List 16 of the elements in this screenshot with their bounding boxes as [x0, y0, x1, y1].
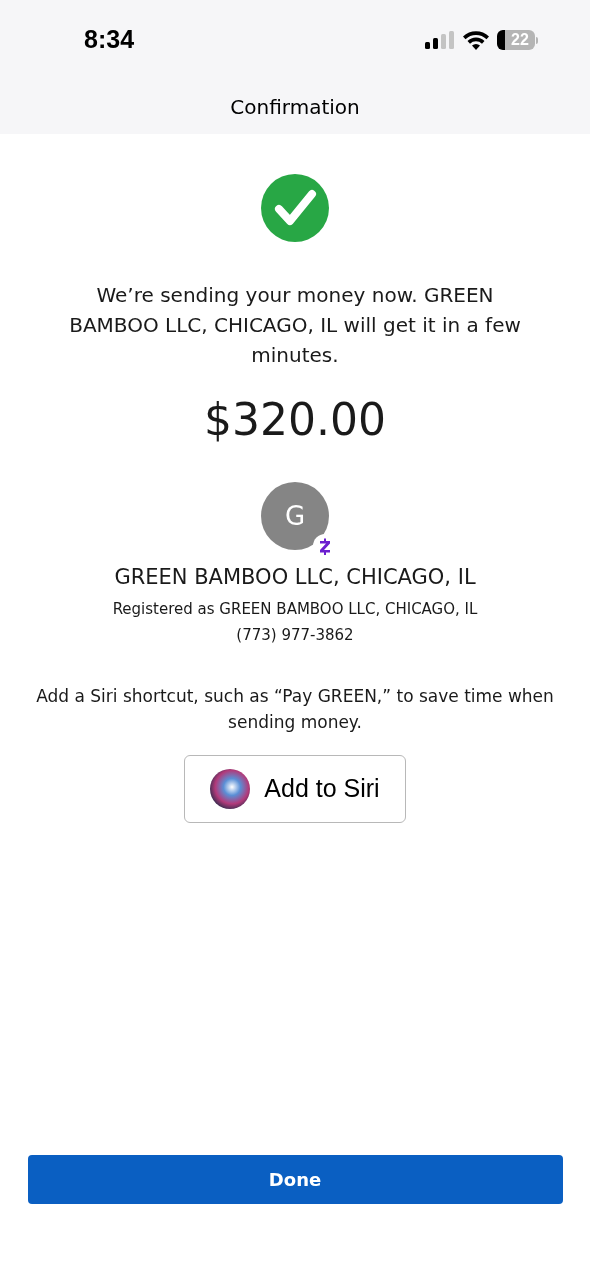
- check-icon: [261, 174, 329, 242]
- recipient-name: GREEN BAMBOO LLC, CHICAGO, IL: [114, 564, 476, 591]
- phone-number: (773) 977-3862: [236, 625, 354, 646]
- screen-title: Confirmation: [230, 94, 360, 121]
- siri-hint: Add a Siri shortcut, such as “Pay GREEN,” to save time when sending money.: [35, 684, 555, 734]
- avatar: G: [261, 482, 329, 550]
- battery-level: 22: [511, 32, 529, 48]
- wifi-icon: [463, 30, 489, 50]
- add-to-siri-button[interactable]: Add to Siri: [184, 754, 406, 823]
- status-time: 8:34: [84, 24, 135, 56]
- done-button[interactable]: Done: [27, 1155, 563, 1204]
- amount: $320.00: [204, 398, 386, 442]
- confirmation-message: We’re sending your money now. GREEN BAMBOO LLC, CHICAGO, IL will get it in a few minutes.: [68, 282, 522, 369]
- siri-icon: [210, 768, 251, 809]
- signal-icon: [425, 31, 455, 49]
- registered-name: Registered as GREEN BAMBOO LLC, CHICAGO, IL: [112, 598, 478, 620]
